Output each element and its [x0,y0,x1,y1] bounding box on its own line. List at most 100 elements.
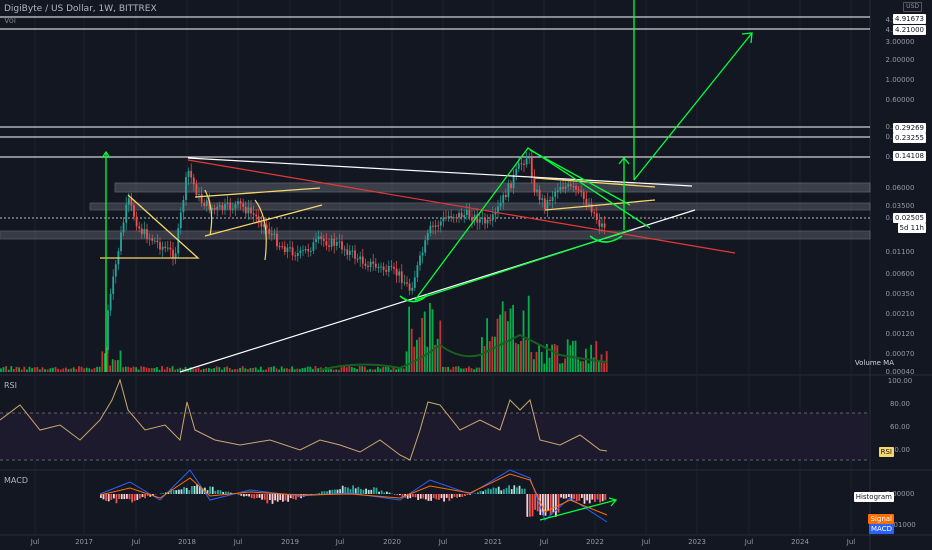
candle-body [172,249,174,259]
candle-body [351,250,354,252]
x-tick-label: Jul [438,538,448,546]
macd-histogram-bar [526,494,529,517]
macd-histogram-bar [321,491,323,494]
macd-histogram-bar [484,489,487,494]
volume-indicator-label[interactable]: Vol [4,16,16,25]
candle-body [541,198,544,200]
macd-histogram-bar [375,487,378,494]
macd-histogram-bar [581,494,583,498]
volume-bar [117,360,119,372]
candle-body [294,255,297,257]
volume-bar [465,367,468,372]
volume-bar [301,368,304,372]
macd-histogram-bar [258,494,261,498]
y-tick-label: 0.60000 [886,96,915,104]
candle-body [486,219,489,224]
macd-histogram-bar [505,487,508,494]
candle-body [291,247,294,256]
volume-bar [348,366,351,372]
candle-body [268,228,271,235]
macd-histogram-bar [183,487,185,494]
volume-bar [218,367,221,372]
macd-title[interactable]: MACD [4,476,28,485]
volume-bar [205,368,208,372]
volume-bar [291,366,293,372]
macd-histogram-bar [594,494,596,502]
candle-body [278,246,281,248]
macd-histogram-bar [560,494,562,498]
volume-bar [130,367,132,372]
macd-histogram-bar [222,491,224,494]
volume-bar [462,368,465,372]
candle-body [159,242,161,250]
volume-bar [429,302,431,372]
macd-histogram-bar [276,494,279,502]
macd-histogram-bar [136,494,139,501]
candle-body [302,250,304,252]
candle-body [497,206,499,212]
volume-bar [405,351,408,372]
macd-histogram-bar [482,491,484,494]
macd-histogram-bar [414,494,417,498]
volume-bar [231,369,234,372]
volume-bar [548,357,551,372]
macd-histogram-bar [440,494,443,499]
symbol-title[interactable]: DigiByte / US Dollar, 1W, BITTREX [4,4,157,14]
macd-histogram-bar [427,494,430,501]
candle-body [135,216,138,227]
candle-body [424,240,427,253]
candle-body [198,194,200,196]
volume-bar [174,369,176,372]
volume-bar [83,368,85,372]
candle-body [585,198,588,205]
rsi-title[interactable]: RSI [4,381,17,390]
volume-bar [353,367,356,372]
signal-badge: Signal [868,514,894,524]
volume-bar [475,367,478,372]
chart-canvas: Jul 2017 Jul 2018 Jul 2019 Jul 2020 Jul 2021 Jul 20… [0,0,932,550]
macd-histogram-bar [274,494,276,501]
candle-body [439,221,442,226]
candle-body [525,158,528,165]
price-candles [107,151,606,354]
macd-histogram-bar [172,490,175,494]
volume-bar [527,295,530,372]
macd-histogram-bar [362,489,365,494]
macd-histogram-bar [386,491,388,494]
candle-body [502,194,505,203]
candle-body [468,210,471,218]
volume-bar [15,366,18,372]
macd-histogram-bar [253,494,256,499]
volume-bar [559,363,561,372]
volume-bar [556,345,559,372]
currency-badge[interactable]: USD [903,2,922,12]
macd-histogram-bar [365,488,367,494]
candle-body [242,203,245,207]
macd-histogram-bar [466,494,469,495]
candle-body [447,216,450,218]
x-tick-label: Jul [539,538,549,546]
volume-bar [473,369,475,372]
candle-body [127,198,130,205]
volume-bar [431,309,434,372]
volume-bar [533,359,535,372]
macd-histogram-bar [448,494,451,501]
macd-histogram-bar [549,494,552,516]
candle-body [112,276,115,294]
y-tick-label: 0.00070 [886,350,915,358]
macd-histogram-bar [250,494,253,498]
macd-histogram-bar [211,486,214,494]
candle-body [260,221,263,227]
volume-bar [135,367,137,372]
macd-histogram-bar [144,494,146,499]
macd-histogram-bar [443,494,445,502]
volume-bar [215,366,218,372]
candle-body [341,241,343,250]
candle-body [465,210,468,215]
volume-bar [483,345,486,372]
volume-bar [501,301,504,372]
volume-bar [54,366,57,372]
volume-bar [330,369,332,372]
volume-bar [387,366,390,372]
candle-body [224,204,226,210]
